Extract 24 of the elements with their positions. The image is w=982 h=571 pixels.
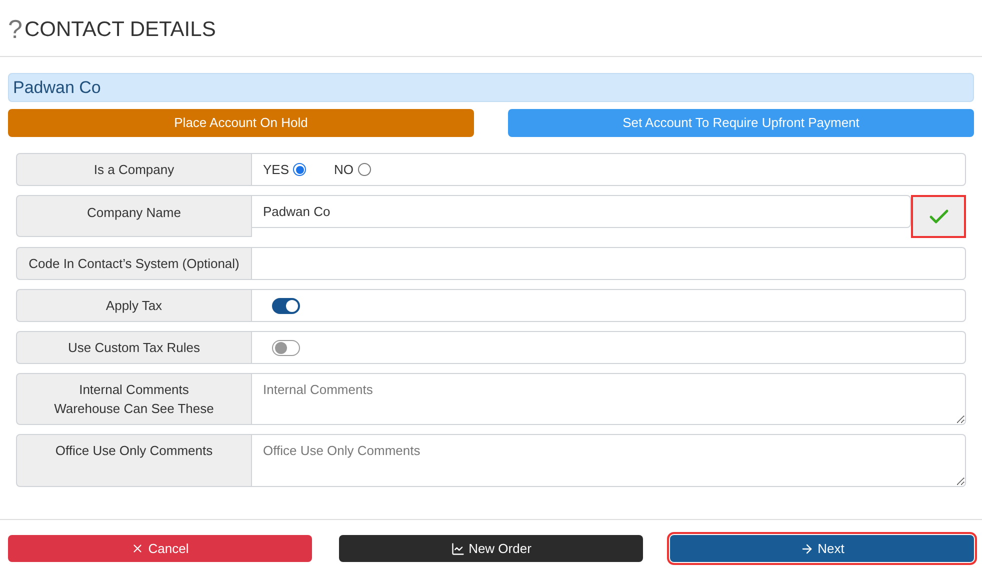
toggle-switch[interactable] bbox=[272, 298, 300, 314]
field-label: Company Name bbox=[16, 195, 252, 237]
comments-field[interactable]: Internal Comments bbox=[252, 373, 966, 425]
field-label: Internal Comments Warehouse Can See These bbox=[16, 373, 252, 425]
confirm-button[interactable] bbox=[911, 195, 966, 238]
field-label: Code In Contact’s System (Optional) bbox=[16, 247, 252, 280]
field-label: Is a Company bbox=[16, 153, 252, 186]
page-title: CONTACT DETAILS bbox=[24, 18, 216, 40]
toggle-switch[interactable] bbox=[272, 340, 300, 356]
field-label: Apply Tax bbox=[16, 289, 252, 322]
radio-option[interactable]: YES bbox=[263, 160, 306, 180]
close-icon bbox=[131, 542, 144, 555]
line-chart-icon bbox=[450, 542, 465, 556]
comments-field[interactable]: Office Use Only Comments bbox=[252, 434, 966, 487]
help-icon: ? bbox=[8, 16, 22, 42]
field-label: Use Custom Tax Rules bbox=[16, 331, 252, 364]
radio-option[interactable]: NO bbox=[334, 160, 371, 180]
text-field[interactable]: Padwan Co bbox=[252, 195, 911, 228]
account-name-banner: Padwan Co bbox=[8, 73, 974, 102]
arrow-right-icon bbox=[800, 542, 814, 556]
footer-button[interactable]: New Order bbox=[339, 535, 643, 562]
footer-button[interactable]: Next bbox=[670, 535, 974, 562]
footer-button[interactable]: Cancel bbox=[8, 535, 312, 562]
field-label: Office Use Only Comments bbox=[16, 434, 252, 487]
